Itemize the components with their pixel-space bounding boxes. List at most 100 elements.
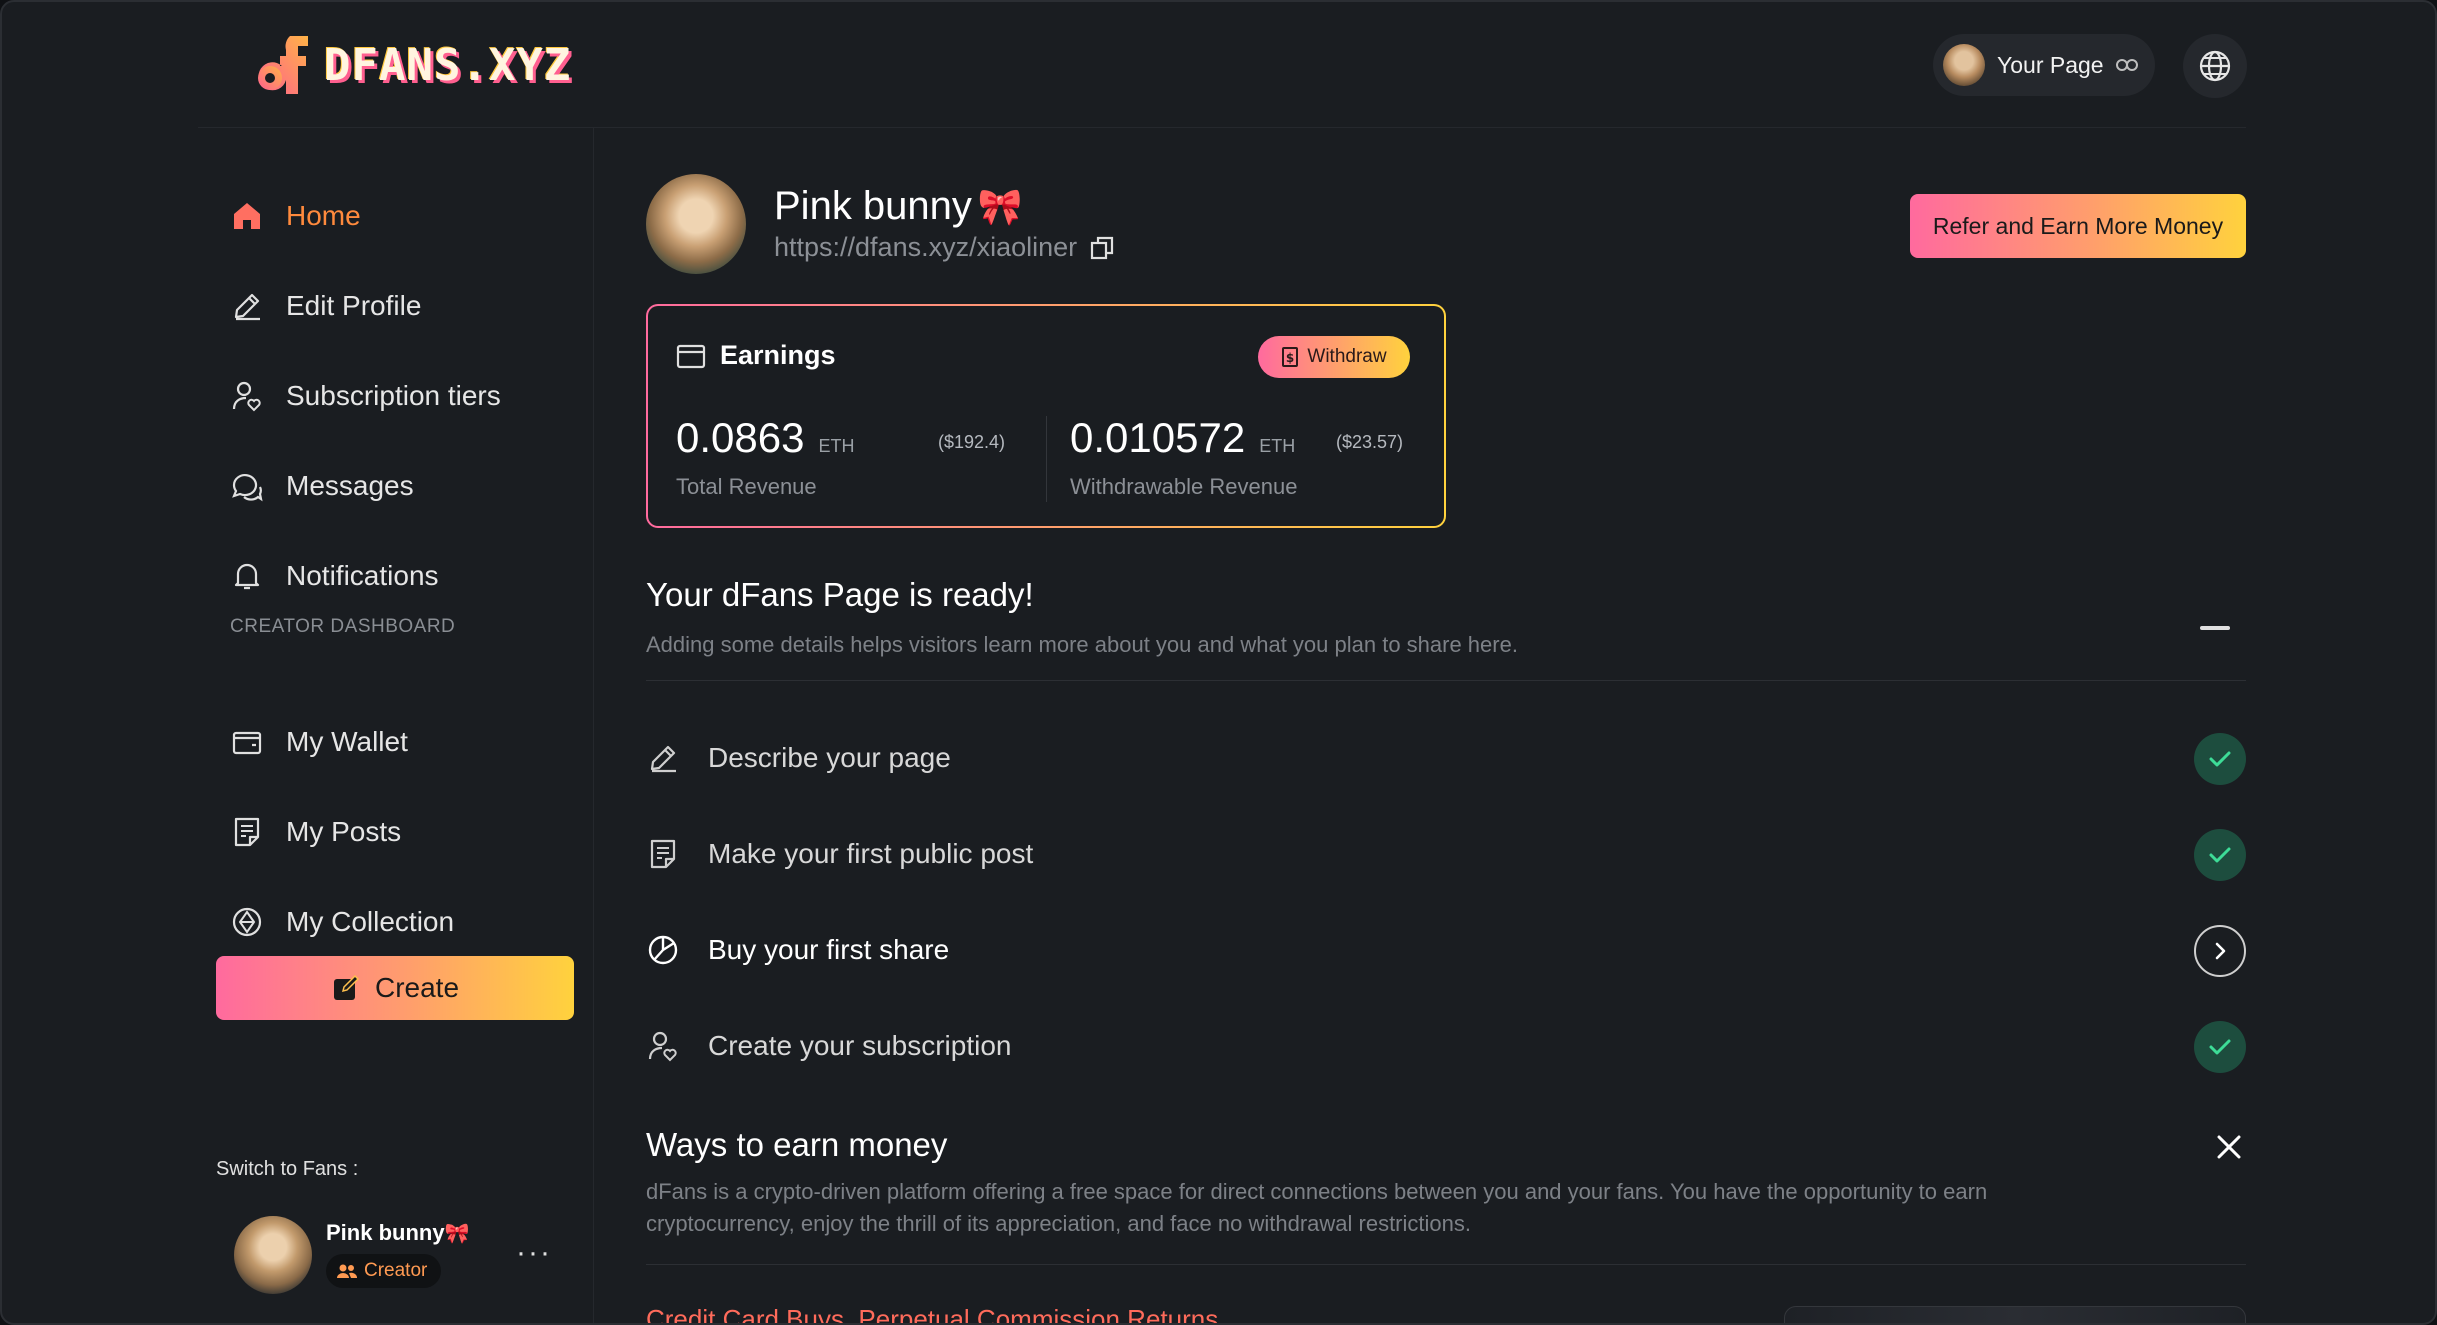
withdrawable-revenue-value: 0.010572 xyxy=(1070,414,1246,461)
post-icon xyxy=(234,817,260,847)
top-header: DFANS.XYZ Your Page xyxy=(198,2,2247,128)
bow-icon: 🎀 xyxy=(444,1223,470,1245)
withdrawable-revenue-usd: ($23.57) xyxy=(1336,432,1404,452)
sidebar: Home Edit Profile Subscription tiers Mes… xyxy=(198,128,594,1323)
post-icon xyxy=(650,839,676,869)
profile-url-text: https://dfans.xyz/xiaoliner xyxy=(774,232,1078,262)
bow-icon: 🎀 xyxy=(977,185,1023,227)
creator-badge: Creator xyxy=(326,1254,442,1288)
user-card[interactable]: Pink bunny🎀 Creator ··· xyxy=(234,1216,574,1296)
main-content: Pink bunny 🎀 https://dfans.xyz/xiaoliner … xyxy=(594,128,2246,1323)
pencil-icon xyxy=(650,745,676,773)
wallet-icon xyxy=(676,344,706,368)
user-heart-icon xyxy=(648,1031,677,1062)
user-heart-icon xyxy=(232,381,261,412)
withdrawable-revenue-label: Withdrawable Revenue xyxy=(1070,474,1298,499)
pencil-icon xyxy=(234,293,260,321)
task-label: Make your first public post xyxy=(708,838,1034,869)
section-label-creator-dashboard: CREATOR DASHBOARD xyxy=(230,616,456,637)
withdraw-button[interactable]: $ Withdraw xyxy=(1258,336,1410,378)
sidebar-item-label: My Posts xyxy=(286,816,402,847)
switch-to-fans-label: Switch to Fans : xyxy=(216,1158,359,1180)
user-name: Pink bunny🎀 xyxy=(326,1220,469,1246)
sidebar-item-my-posts[interactable]: My Posts xyxy=(230,802,401,862)
edit-square-icon xyxy=(333,974,360,1000)
divider xyxy=(646,680,2246,681)
close-icon[interactable] xyxy=(2214,1132,2244,1162)
chevron-right-icon[interactable] xyxy=(2194,925,2246,977)
wallet-icon xyxy=(232,731,262,755)
sidebar-item-notifications[interactable]: Notifications xyxy=(230,546,439,606)
task-create-subscription[interactable]: Create your subscription xyxy=(646,1016,2246,1076)
sidebar-item-label: Subscription tiers xyxy=(286,380,501,411)
sidebar-item-label: Notifications xyxy=(286,560,439,591)
task-first-public-post[interactable]: Make your first public post xyxy=(646,824,2246,884)
copy-icon[interactable] xyxy=(1089,235,1115,261)
sidebar-item-messages[interactable]: Messages xyxy=(230,456,414,516)
sidebar-item-subscription-tiers[interactable]: Subscription tiers xyxy=(230,366,501,426)
task-label: Describe your page xyxy=(708,742,951,773)
language-button[interactable] xyxy=(2183,34,2247,98)
profile-avatar[interactable] xyxy=(646,174,746,274)
divider xyxy=(646,1264,2246,1265)
collection-icon xyxy=(232,907,262,937)
total-revenue-usd: ($192.4) xyxy=(938,432,1006,452)
withdrawable-revenue: 0.010572 ETH ($23.57) Withdrawable Revenu… xyxy=(1070,414,1410,499)
check-icon xyxy=(2194,733,2246,785)
total-revenue-value: 0.0863 xyxy=(676,414,805,461)
sidebar-item-my-wallet[interactable]: My Wallet xyxy=(230,712,408,772)
create-button[interactable]: Create xyxy=(216,956,574,1020)
task-buy-first-share[interactable]: Buy your first share xyxy=(646,920,2246,980)
withdrawable-revenue-unit: ETH xyxy=(1259,436,1296,456)
users-icon xyxy=(337,1264,358,1278)
earnings-title: Earnings xyxy=(676,340,836,371)
earnings-title-text: Earnings xyxy=(720,340,836,370)
task-label: Buy your first share xyxy=(708,934,950,965)
more-options-icon[interactable]: ··· xyxy=(516,1236,552,1270)
withdraw-label: Withdraw xyxy=(1307,346,1387,367)
total-revenue: 0.0863 ETH ($192.4) Total Revenue xyxy=(676,414,1016,499)
globe-icon xyxy=(2199,50,2231,82)
total-revenue-label: Total Revenue xyxy=(676,474,817,499)
page-ready-title: Your dFans Page is ready! xyxy=(646,576,1034,613)
dfans-logo-icon xyxy=(258,36,308,94)
avatar xyxy=(234,1216,312,1294)
logo[interactable]: DFANS.XYZ xyxy=(252,30,571,100)
link-icon xyxy=(2115,59,2138,71)
ways-to-earn-title: Ways to earn money xyxy=(646,1126,948,1163)
profile-name: Pink bunny 🎀 xyxy=(774,184,1023,229)
pie-chart-icon xyxy=(648,935,678,965)
svg-text:$: $ xyxy=(1286,351,1294,365)
refer-and-earn-button[interactable]: Refer and Earn More Money xyxy=(1910,194,2246,258)
profile-name-text: Pink bunny xyxy=(774,184,972,228)
revenue-divider xyxy=(1046,416,1047,502)
sidebar-item-label: Home xyxy=(286,200,361,231)
sidebar-item-edit-profile[interactable]: Edit Profile xyxy=(230,276,421,336)
commission-link[interactable]: Credit Card Buys, Perpetual Commission R… xyxy=(646,1304,1218,1323)
logo-text: DFANS.XYZ xyxy=(324,39,572,91)
earnings-card: Earnings $ Withdraw 0.0863 ETH ($192.4) T… xyxy=(646,304,1446,528)
sidebar-item-label: Edit Profile xyxy=(286,290,422,321)
promo-image xyxy=(1784,1306,2246,1323)
check-icon xyxy=(2194,829,2246,881)
total-revenue-unit: ETH xyxy=(818,436,855,456)
creator-badge-label: Creator xyxy=(364,1260,428,1281)
ways-to-earn-description: dFans is a crypto-driven platform offeri… xyxy=(646,1179,1988,1236)
user-name-text: Pink bunny xyxy=(326,1220,445,1245)
chat-icon xyxy=(232,474,263,502)
collapse-icon[interactable] xyxy=(2200,626,2230,630)
task-describe-page[interactable]: Describe your page xyxy=(646,728,2246,788)
sidebar-item-my-collection[interactable]: My Collection xyxy=(230,892,454,952)
sidebar-item-label: My Collection xyxy=(286,906,455,937)
page-ready-subtitle: Adding some details helps visitors learn… xyxy=(646,632,1518,657)
task-label: Create your subscription xyxy=(708,1030,1012,1061)
create-button-label: Create xyxy=(374,972,460,1003)
sidebar-item-label: My Wallet xyxy=(286,726,408,757)
sidebar-item-home[interactable]: Home xyxy=(230,186,361,246)
your-page-button[interactable]: Your Page xyxy=(1933,34,2155,96)
home-icon xyxy=(234,203,260,229)
check-icon xyxy=(2194,1021,2246,1073)
withdraw-icon: $ xyxy=(1282,347,1299,367)
bell-icon xyxy=(234,563,260,590)
profile-url: https://dfans.xyz/xiaoliner xyxy=(774,232,1115,263)
